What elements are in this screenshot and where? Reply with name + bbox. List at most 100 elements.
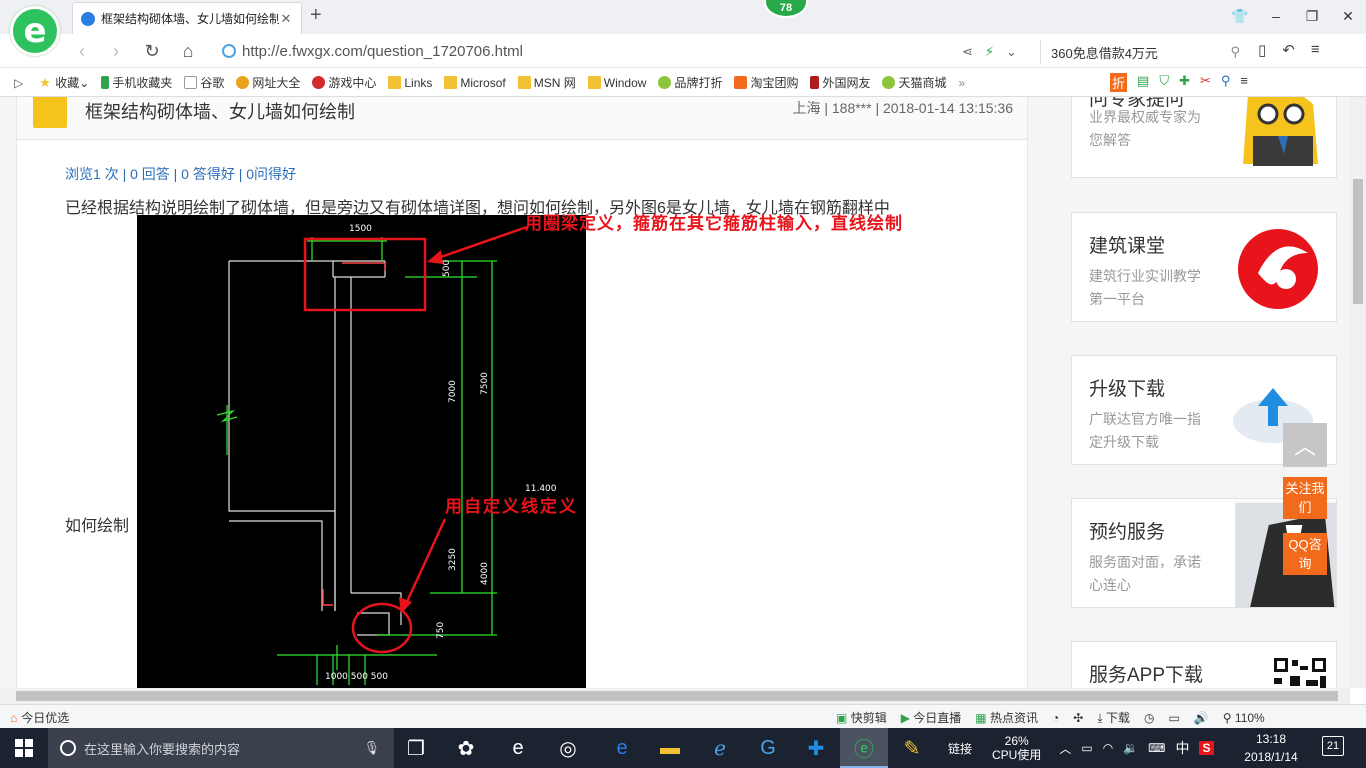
- minimize-icon[interactable]: –: [1258, 0, 1294, 32]
- score-badge[interactable]: 78: [764, 0, 808, 18]
- show-hidden-icons[interactable]: ︿: [1059, 740, 1071, 757]
- undo-icon[interactable]: ↶: [1282, 41, 1295, 59]
- file-explorer-icon[interactable]: ▬: [646, 728, 694, 768]
- vertical-scrollbar-thumb[interactable]: [1353, 179, 1363, 304]
- qq-consult-button[interactable]: QQ咨询: [1283, 533, 1327, 575]
- restore-icon[interactable]: ❐: [1294, 0, 1330, 32]
- sidebar-toggle-icon[interactable]: ▷: [14, 76, 23, 90]
- zoom-control[interactable]: ⚲ 110%: [1223, 711, 1265, 725]
- phone-icon[interactable]: ▯: [1258, 41, 1266, 59]
- pinwheel-app-icon[interactable]: ✿: [442, 728, 490, 768]
- fav-item[interactable]: 外国网友: [810, 74, 870, 91]
- sound-icon[interactable]: 🔊: [1194, 711, 1209, 725]
- notification-center[interactable]: 21: [1322, 736, 1344, 758]
- new-tab-icon[interactable]: +: [310, 4, 322, 27]
- fav-item[interactable]: 淘宝团购: [734, 74, 798, 91]
- fav-item[interactable]: 手机收藏夹: [101, 74, 172, 91]
- card-app[interactable]: 服务APP下载: [1071, 641, 1337, 688]
- reload-icon[interactable]: ↻: [140, 40, 164, 62]
- search-icon[interactable]: ⚲: [1230, 44, 1240, 60]
- vertical-scrollbar[interactable]: [1350, 97, 1366, 688]
- skin-icon[interactable]: 👕: [1222, 0, 1258, 32]
- more-favorites-icon[interactable]: »: [959, 76, 966, 90]
- question-stats[interactable]: 浏览1 次 | 0 回答 | 0 答得好 | 0问得好: [65, 164, 296, 184]
- follow-us-button[interactable]: 关注我们: [1283, 477, 1327, 519]
- card-classroom-subtitle: 建筑行业实训教学第一平台: [1089, 268, 1201, 307]
- sogou-icon[interactable]: S: [1199, 741, 1214, 755]
- task-view-icon[interactable]: ❐: [392, 728, 440, 768]
- ie-alt-icon[interactable]: ℯ: [696, 728, 744, 768]
- forward-icon[interactable]: ›: [104, 40, 128, 62]
- back-to-top-button[interactable]: ︿: [1283, 423, 1327, 467]
- fav-item[interactable]: 网址大全: [236, 74, 300, 91]
- fav-item[interactable]: 品牌打折: [658, 74, 722, 91]
- start-button[interactable]: [0, 728, 48, 768]
- clock[interactable]: 13:18 2018/1/14: [1236, 730, 1306, 766]
- close-window-icon[interactable]: ✕: [1330, 0, 1366, 32]
- zoom-icon: ⚲: [1222, 710, 1232, 725]
- ie-icon[interactable]: e: [598, 728, 646, 768]
- card-expert[interactable]: 问专家提问 业界最权威专家为您解答: [1071, 97, 1337, 178]
- discount-icon[interactable]: 折: [1110, 73, 1128, 92]
- horizontal-scrollbar[interactable]: [0, 688, 1350, 704]
- url-field[interactable]: http://e.fwxgx.com/question_1720706.html: [222, 39, 822, 63]
- fav-item[interactable]: Window: [587, 76, 646, 90]
- tab-active[interactable]: 框架结构砌体墙、女儿墙如何绘制 ✕: [72, 2, 302, 34]
- cad-drawing-image[interactable]: 1500 500 7000 7500 11.400 3250 4000 750 …: [137, 215, 586, 688]
- cpu-usage[interactable]: 26% CPU使用: [992, 734, 1041, 762]
- share-icon[interactable]: ⋖: [962, 44, 973, 60]
- g-app-icon[interactable]: G: [744, 728, 792, 768]
- microphone-icon[interactable]: 🎙: [363, 740, 380, 756]
- taskbar-search[interactable]: 在这里输入你要搜索的内容 🎙: [48, 728, 394, 768]
- status-item[interactable]: ▶ 今日直播: [901, 709, 962, 726]
- card-classroom[interactable]: 建筑课堂 建筑行业实训教学第一平台: [1071, 212, 1337, 322]
- close-tab-icon[interactable]: ✕: [279, 11, 293, 27]
- home-icon[interactable]: ⌂: [176, 40, 200, 62]
- mascot-icon: [1243, 97, 1318, 166]
- window-icon[interactable]: ▭: [1168, 711, 1179, 725]
- status-item[interactable]: ▣ 快剪辑: [836, 709, 887, 726]
- book-icon[interactable]: ▤: [1137, 73, 1149, 92]
- plus-app-icon[interactable]: ✚: [792, 728, 840, 768]
- menu-icon[interactable]: ≡: [1311, 41, 1320, 59]
- fav-item[interactable]: 游戏中心: [312, 74, 376, 91]
- speed-icon[interactable]: ⚡: [985, 44, 994, 60]
- status-item[interactable]: ⤓ 下载: [1097, 709, 1130, 726]
- search-box[interactable]: 360免息借款4万元 ⚲: [1040, 40, 1240, 64]
- scissors-icon[interactable]: ✂: [1200, 73, 1211, 92]
- question-howto: 如何绘制: [65, 518, 130, 535]
- fav-item[interactable]: ★ 收藏 ⌄: [39, 74, 89, 91]
- edge-icon[interactable]: e: [494, 728, 542, 768]
- pin-icon[interactable]: ✣: [1073, 711, 1083, 725]
- wifi-icon[interactable]: ◠: [1103, 741, 1113, 755]
- shield-icon[interactable]: ⛉: [1159, 73, 1169, 92]
- volume-icon[interactable]: 🔉: [1123, 741, 1138, 755]
- today-picks[interactable]: ⌂ 今日优选: [10, 709, 69, 726]
- fav-item[interactable]: Microsof: [444, 76, 506, 90]
- menu-icon[interactable]: ≡: [1240, 73, 1248, 92]
- battery-icon[interactable]: ▭: [1081, 741, 1092, 755]
- browser-window: 框架结构砌体墙、女儿墙如何绘制 ✕ + 78 👕 – ❐ ✕ e ‹ › ↻ ⌂…: [0, 0, 1366, 768]
- spiral-app-icon[interactable]: ◎: [544, 728, 592, 768]
- keyboard-icon[interactable]: ⌨: [1148, 741, 1165, 755]
- fav-item[interactable]: 谷歌: [184, 74, 224, 91]
- card-upgrade-subtitle: 广联达官方唯一指定升级下载: [1089, 411, 1201, 450]
- status-item[interactable]: ▦ 热点资讯: [975, 709, 1038, 726]
- horizontal-scrollbar-thumb[interactable]: [16, 691, 1338, 701]
- cad-dim-3250: 3250: [448, 548, 458, 571]
- chevron-down-icon[interactable]: ⌄: [1006, 44, 1017, 60]
- 360-browser-icon[interactable]: ⓔ: [840, 728, 888, 768]
- notes-app-icon[interactable]: ✎: [888, 728, 936, 768]
- translate-icon[interactable]: ✚: [1179, 73, 1190, 92]
- speed-dial-icon[interactable]: ◔: [1052, 711, 1059, 725]
- search-tool-icon[interactable]: ⚲: [1221, 73, 1231, 92]
- ime-indicator[interactable]: 中: [1175, 738, 1189, 758]
- back-icon[interactable]: ‹: [70, 40, 94, 62]
- fav-item[interactable]: MSN 网: [517, 74, 576, 91]
- history-icon[interactable]: ◷: [1144, 711, 1154, 725]
- fav-item[interactable]: Links: [388, 76, 432, 90]
- cad-dim-4000: 4000: [480, 562, 490, 585]
- link-label[interactable]: 链接: [948, 740, 972, 757]
- fav-item[interactable]: 天猫商城: [882, 74, 947, 91]
- browser-logo-icon[interactable]: e: [10, 6, 60, 56]
